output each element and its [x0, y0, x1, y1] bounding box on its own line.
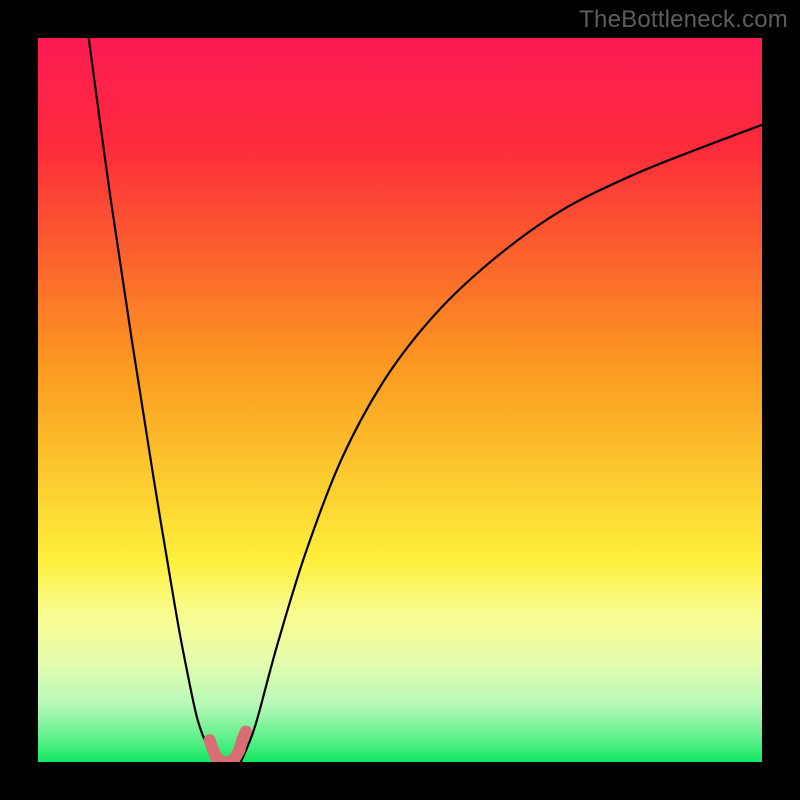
min-marker: [210, 732, 246, 762]
watermark-text: TheBottleneck.com: [579, 6, 788, 34]
curve-left-branch: [89, 38, 219, 762]
plot-area: [38, 38, 762, 762]
curve-right-branch: [241, 125, 762, 762]
bottleneck-curve: [38, 38, 762, 762]
chart-container: TheBottleneck.com: [0, 0, 800, 800]
